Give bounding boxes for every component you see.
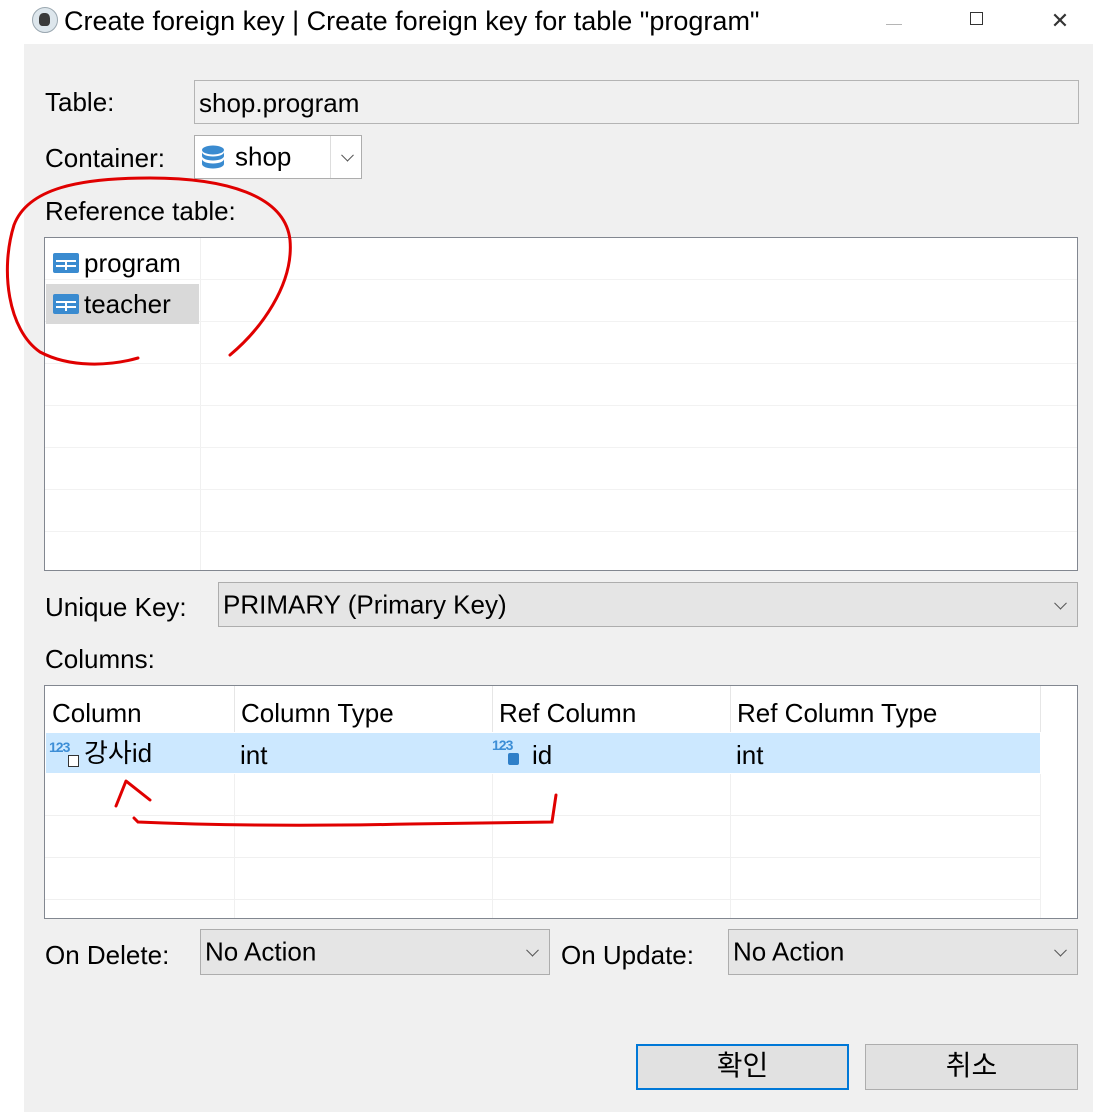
window-title: Create foreign key | Create foreign key …: [64, 6, 760, 36]
reference-table-item-program[interactable]: program: [46, 243, 199, 283]
table-row[interactable]: 123 강사id int 123 id int: [46, 733, 1040, 773]
table-label: Table:: [45, 87, 115, 117]
cell-ref-column-type: int: [736, 740, 764, 770]
container-dropdown[interactable]: shop: [194, 135, 362, 179]
columns-table[interactable]: Column Column Type Ref Column Ref Column…: [44, 685, 1078, 919]
on-delete-value: No Action: [205, 936, 317, 967]
columns-label: Columns:: [45, 644, 155, 674]
on-delete-dropdown[interactable]: No Action: [200, 929, 550, 975]
cell-column-type: int: [240, 740, 268, 770]
ok-button[interactable]: 확인: [636, 1044, 849, 1090]
on-update-label: On Update:: [561, 940, 694, 970]
on-delete-label: On Delete:: [45, 940, 170, 970]
chevron-down-icon: [526, 943, 539, 957]
unique-key-label: Unique Key:: [45, 592, 187, 622]
reference-table-list[interactable]: program teacher: [44, 237, 1078, 571]
chevron-down-icon: [1054, 596, 1067, 610]
container-value: shop: [235, 141, 292, 172]
numeric-key-column-icon: 123: [492, 737, 513, 753]
reference-table-item-teacher[interactable]: teacher: [46, 284, 199, 324]
cell-column: 강사id: [84, 738, 153, 768]
minimize-icon[interactable]: [880, 6, 910, 36]
column-header-ref-column-type[interactable]: Ref Column Type: [730, 686, 1040, 732]
table-field[interactable]: shop.program: [194, 80, 1079, 124]
maximize-icon[interactable]: [962, 6, 992, 36]
dialog-body: Table: shop.program Container: shop Refe…: [24, 44, 1093, 1112]
dbeaver-app-icon: [32, 7, 58, 33]
column-header-column-type[interactable]: Column Type: [234, 686, 492, 732]
cell-ref-column: id: [532, 740, 553, 770]
cancel-button[interactable]: 취소: [865, 1044, 1078, 1090]
database-icon: [202, 145, 224, 169]
close-icon[interactable]: ✕: [1045, 6, 1075, 36]
chevron-down-icon: [1054, 943, 1067, 957]
column-header-column[interactable]: Column: [45, 686, 234, 732]
container-label: Container:: [45, 143, 165, 173]
unique-key-dropdown[interactable]: PRIMARY (Primary Key): [218, 582, 1078, 627]
column-header-ref-column[interactable]: Ref Column: [492, 686, 730, 732]
table-icon: [53, 294, 79, 314]
reference-table-label: Reference table:: [45, 196, 236, 226]
unique-key-value: PRIMARY (Primary Key): [223, 589, 507, 619]
on-update-dropdown[interactable]: No Action: [728, 929, 1078, 975]
title-bar: Create foreign key | Create foreign key …: [0, 0, 1093, 44]
table-icon: [53, 253, 79, 273]
on-update-value: No Action: [733, 936, 845, 967]
numeric-column-icon: 123: [49, 739, 70, 755]
